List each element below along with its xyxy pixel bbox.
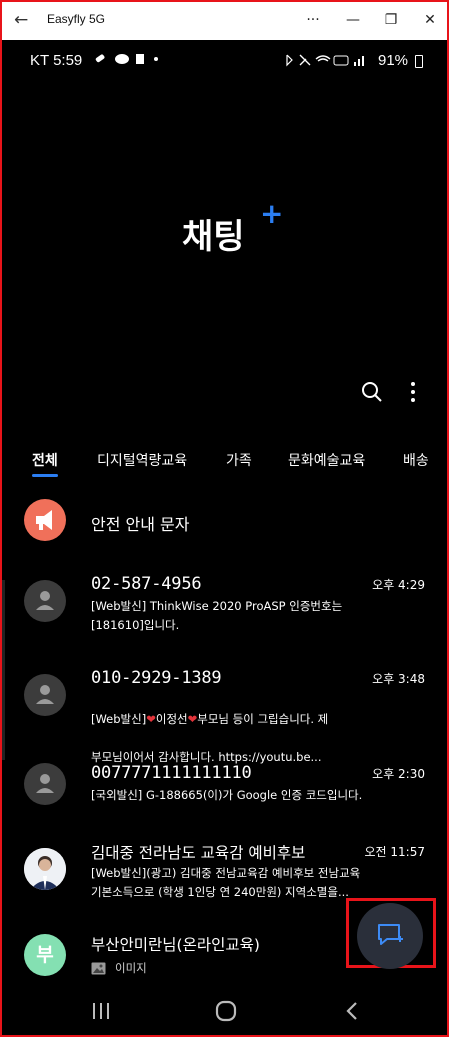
compose-button[interactable]	[357, 903, 423, 969]
chat-preview: [Web발신] ThinkWise 2020 ProASP 인증번호는 [181…	[91, 599, 343, 632]
system-status-icons	[284, 53, 374, 70]
chat-name: 02-587-4956	[91, 574, 202, 594]
letter-avatar: 부	[24, 934, 66, 976]
back-arrow-icon[interactable]: ←	[14, 10, 28, 30]
page-title: 채팅 +	[182, 197, 284, 257]
battery-icon	[415, 55, 423, 68]
person-icon	[24, 674, 66, 716]
home-icon[interactable]	[214, 999, 238, 1023]
chat-row[interactable]: 0077771111111110 오후 2:30 [국외발신] G-188665…	[2, 757, 447, 827]
recent-apps-icon[interactable]	[90, 1001, 112, 1021]
heart-icon: ❤	[146, 712, 156, 726]
chat-preview: [Web발신](광고) 김대중 전남교육감 예비후보 전남교육 기본소득으로 (…	[91, 866, 361, 899]
chat-name: 김대중 전라남도 교육감 예비후보	[91, 844, 306, 862]
new-chat-icon	[378, 924, 403, 945]
chat-time: 오후 4:29	[372, 578, 425, 592]
back-icon[interactable]	[342, 1000, 362, 1022]
chat-time: 오후 3:48	[372, 672, 425, 686]
chat-preview: 이미지	[115, 961, 147, 975]
window-titlebar: ← Easyfly 5G ··· — ❐ ✕	[2, 2, 447, 40]
tab-family[interactable]: 가족	[226, 450, 252, 470]
title-plus: +	[260, 197, 284, 230]
image-icon	[91, 960, 106, 979]
app-window: ← Easyfly 5G ··· — ❐ ✕ KT 5:59 91% 채팅 + …	[0, 0, 449, 1037]
status-carrier: KT 5:59	[30, 52, 83, 69]
window-title: Easyfly 5G	[47, 12, 106, 26]
navigation-bar	[2, 987, 447, 1035]
chat-name: 안전 안내 문자	[91, 515, 190, 534]
profile-photo	[24, 848, 66, 890]
chat-name: 010-2929-1389	[91, 668, 222, 688]
status-time: 5:59	[53, 52, 83, 69]
window-more-icon[interactable]: ···	[298, 8, 328, 32]
chat-preview: [국외발신] G-188665(이)가 Google 인증 코드입니다.	[91, 788, 363, 802]
tab-culture-arts[interactable]: 문화예술교육	[288, 450, 365, 470]
tab-delivery[interactable]: 배송	[403, 450, 429, 470]
more-options-icon[interactable]	[410, 382, 416, 406]
person-icon	[24, 580, 66, 622]
chat-row-safety[interactable]: 안전 안내 문자	[2, 499, 447, 547]
chat-row[interactable]: 010-2929-1389 오후 3:48 [Web발신]❤이정선❤부모님 등이…	[2, 662, 447, 764]
chat-time: 오후 2:30	[372, 767, 425, 781]
chat-time: 오전 11:57	[364, 845, 425, 859]
chat-name: 부산안미란님(온라인교육)	[91, 936, 260, 954]
tab-digital-education[interactable]: 디지털역량교육	[97, 450, 187, 470]
search-icon[interactable]	[360, 380, 384, 408]
close-icon[interactable]: ✕	[415, 8, 445, 32]
status-bar: KT 5:59 91%	[2, 40, 447, 80]
chat-row[interactable]: 02-587-4956 오후 4:29 [Web발신] ThinkWise 20…	[2, 568, 447, 648]
megaphone-icon	[24, 499, 66, 541]
heart-icon: ❤	[187, 712, 198, 726]
chat-name: 0077771111111110	[91, 763, 252, 783]
restore-icon[interactable]: ❐	[376, 8, 406, 32]
person-icon	[24, 763, 66, 805]
tab-all[interactable]: 전체	[32, 450, 58, 477]
minimize-icon[interactable]: —	[338, 8, 368, 32]
battery-percent: 91%	[378, 52, 409, 69]
notification-icons	[94, 52, 160, 69]
category-tabs: 전체 디지털역량교육 가족 문화예술교육 배송	[2, 450, 447, 480]
